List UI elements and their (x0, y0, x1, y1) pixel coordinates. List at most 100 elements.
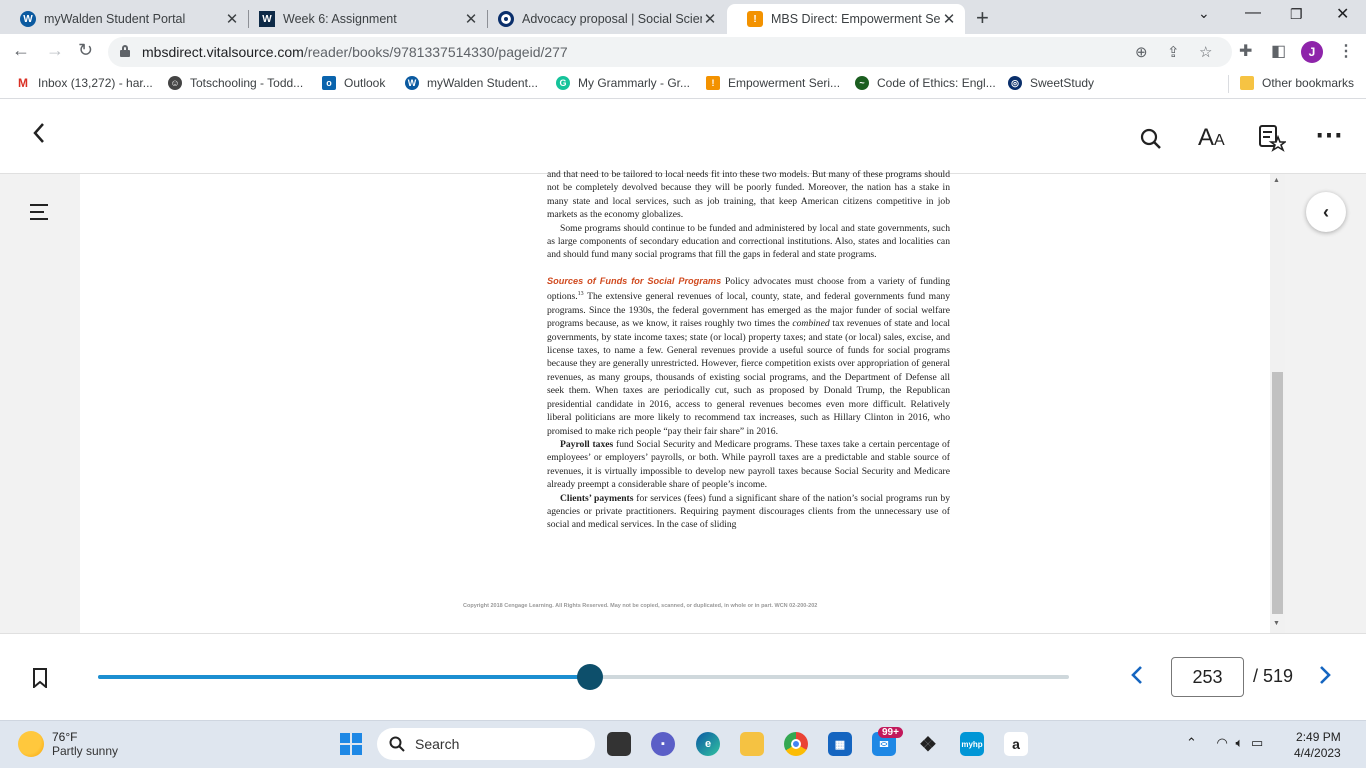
tab-mywalden-portal[interactable]: W myWalden Student Portal ✕ (0, 4, 248, 34)
bookmark-label: SweetStudy (1030, 76, 1095, 90)
bookmark-code-of-ethics[interactable]: ~ Code of Ethics: Engl... (855, 76, 996, 90)
scroll-down-icon[interactable]: ▼ (1273, 620, 1280, 627)
paragraph: and that need to be tailored to local ne… (547, 169, 950, 221)
scroll-up-icon[interactable]: ▲ (1273, 177, 1280, 184)
dropbox-icon[interactable]: ❖ (916, 732, 940, 756)
clock-time: 2:49 PM (1296, 730, 1341, 744)
next-page-icon[interactable] (1318, 664, 1332, 693)
text-size-icon[interactable]: AA (1198, 124, 1225, 152)
minimize-icon[interactable]: — (1245, 4, 1261, 22)
share-icon[interactable]: ⇪ (1167, 43, 1180, 61)
collapse-panel-button[interactable]: ‹ (1306, 192, 1346, 232)
other-bookmarks[interactable]: Other bookmarks (1240, 76, 1354, 90)
bookmark-outlook[interactable]: o Outlook (322, 76, 385, 90)
tab-week6-assignment[interactable]: W Week 6: Assignment ✕ (239, 4, 487, 34)
previous-page-icon[interactable] (1130, 664, 1144, 693)
zoom-icon[interactable]: ⊕ (1135, 43, 1148, 61)
restore-icon[interactable]: ❐ (1290, 6, 1303, 23)
scrollbar-thumb[interactable] (1272, 372, 1283, 614)
clock[interactable]: 2:49 PM 4/4/2023 (1294, 729, 1341, 761)
term-bold: Clients’ payments (560, 492, 634, 504)
taskbar-search[interactable]: Search (377, 728, 595, 760)
omnibox[interactable]: mbsdirect.vitalsource.com/reader/books/9… (108, 37, 1232, 67)
book-page[interactable]: and that need to be tailored to local ne… (80, 169, 1270, 633)
page-number-input[interactable]: 253 (1171, 657, 1244, 697)
tab-mbs-direct[interactable]: ! MBS Direct: Empowerment Series ✕ (727, 4, 965, 34)
windows-taskbar: 76°F Partly sunny Search ▪ e ▦ ✉ 99+ ❖ m… (0, 720, 1366, 768)
reader-back-icon[interactable] (32, 122, 46, 151)
bookmark-gmail[interactable]: M Inbox (13,272) - har... (16, 76, 153, 90)
back-icon[interactable]: ← (12, 40, 30, 61)
search-placeholder: Search (415, 736, 460, 752)
bookmark-label: Outlook (344, 76, 386, 90)
weather-widget[interactable]: 76°F Partly sunny (18, 730, 118, 758)
myhp-icon[interactable]: myhp (960, 732, 984, 756)
window-close-icon[interactable]: ✕ (1336, 4, 1349, 24)
url-path: /reader/books/9781337514330/pageid/277 (303, 44, 568, 60)
bookmark-mywalden[interactable]: WmyWalden Student... (405, 76, 538, 90)
walden-w-icon: W (259, 11, 275, 27)
bookmark-totschooling[interactable]: ☺ Totschooling - Todd... (168, 76, 303, 90)
microsoft-store-icon[interactable]: ▦ (828, 732, 852, 756)
extensions-icon[interactable]: ✚ (1239, 41, 1252, 61)
slider-handle[interactable] (577, 664, 604, 690)
reader-content: and that need to be tailored to local ne… (0, 169, 1366, 633)
close-icon[interactable]: ✕ (702, 10, 718, 28)
more-options-icon[interactable]: ⋯ (1315, 118, 1343, 151)
amazon-icon[interactable]: a (1004, 732, 1028, 756)
tab-search-chevron-icon[interactable]: ⌄ (1198, 5, 1210, 22)
task-view-icon[interactable] (607, 732, 631, 756)
url-domain: mbsdirect.vitalsource.com (142, 44, 304, 60)
windows-start-icon[interactable] (340, 733, 362, 755)
edge-icon[interactable]: e (696, 732, 720, 756)
other-bookmarks-label: Other bookmarks (1262, 76, 1355, 90)
mbs-icon: ! (747, 11, 763, 27)
sweetstudy-icon (498, 11, 514, 27)
page-progress-slider[interactable] (98, 664, 1069, 690)
bookmark-empowerment[interactable]: ! Empowerment Seri... (706, 76, 840, 90)
clock-date: 4/4/2023 (1294, 746, 1341, 760)
bookmark-sweetstudy[interactable]: ◎ SweetStudy (1008, 76, 1094, 90)
bookmarks-divider (1228, 75, 1229, 93)
chrome-icon[interactable] (784, 732, 808, 756)
url-text[interactable]: mbsdirect.vitalsource.com/reader/books/9… (142, 44, 568, 60)
tab-title: myWalden Student Portal (44, 12, 186, 26)
search-icon (389, 736, 405, 752)
emphasis: combined (792, 318, 830, 330)
vertical-scrollbar[interactable]: ▲ ▼ (1270, 174, 1285, 633)
bookmark-label: Totschooling - Todd... (190, 76, 304, 90)
wifi-icon[interactable]: ◠ (1217, 735, 1228, 750)
show-hidden-icons-chevron-icon[interactable]: ⌃ (1186, 735, 1197, 750)
close-icon[interactable]: ✕ (463, 10, 479, 28)
paragraph-payroll-taxes: Payroll taxes fund Social Security and M… (547, 438, 950, 492)
battery-icon[interactable]: ▭ (1251, 735, 1263, 750)
volume-icon[interactable]: 🔈︎ (1236, 735, 1244, 750)
file-explorer-icon[interactable] (740, 732, 764, 756)
paragraph: Some programs should continue to be fund… (547, 222, 950, 261)
chrome-menu-icon[interactable]: ⋮ (1338, 41, 1354, 61)
bookmark-grammarly[interactable]: G My Grammarly - Gr... (556, 76, 690, 90)
table-of-contents-icon[interactable] (30, 204, 50, 220)
study-tools-icon[interactable] (1258, 124, 1288, 159)
system-tray[interactable]: ⌃ ◠ 🔈︎ ▭ (1186, 735, 1263, 751)
tab-advocacy-proposal[interactable]: Advocacy proposal | Social Scienc ✕ (478, 4, 726, 34)
reload-icon[interactable]: ↻ (78, 40, 93, 61)
walden-icon: W (405, 76, 419, 90)
new-tab-icon[interactable]: + (976, 5, 989, 31)
forward-icon[interactable]: → (46, 40, 64, 61)
bookmark-label: Code of Ethics: Engl... (877, 76, 996, 90)
search-icon[interactable] (1140, 126, 1162, 157)
close-icon[interactable]: ✕ (941, 10, 957, 28)
bookmark-label: Inbox (13,272) - har... (38, 76, 153, 90)
star-icon[interactable]: ☆ (1199, 43, 1212, 61)
bookmark-icon[interactable] (32, 668, 48, 690)
progress-fill (98, 675, 591, 679)
teams-chat-icon[interactable]: ▪ (651, 732, 675, 756)
reader-header: AA ⋯ (0, 100, 1366, 174)
book-text[interactable]: and that need to be tailored to local ne… (547, 168, 950, 532)
address-toolbar: ← → ↻ mbsdirect.vitalsource.com/reader/b… (0, 34, 1366, 70)
profile-avatar[interactable]: J (1301, 41, 1323, 63)
walden-icon: W (20, 11, 36, 27)
close-icon[interactable]: ✕ (224, 10, 240, 28)
side-panel-icon[interactable]: ◧ (1271, 41, 1286, 61)
